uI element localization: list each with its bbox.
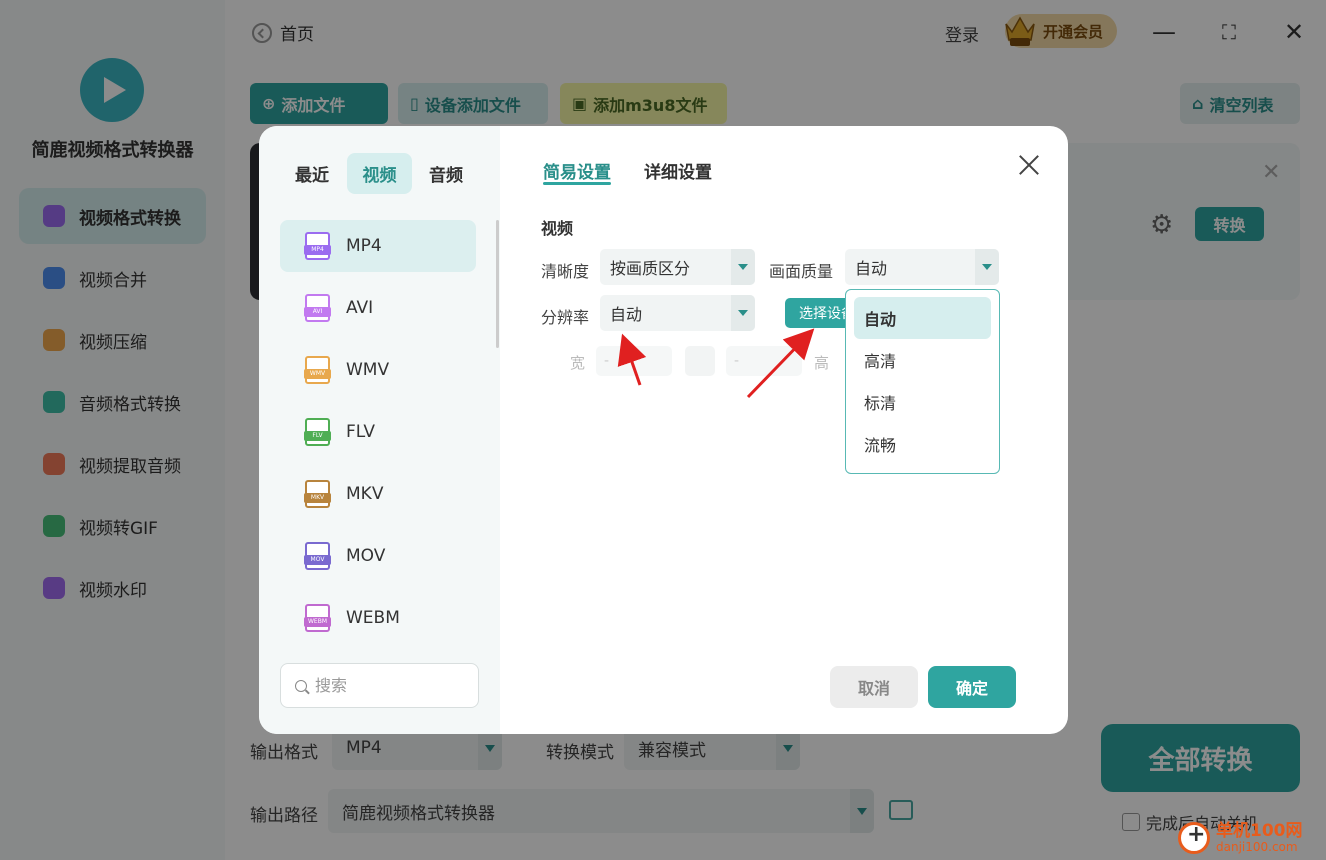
search-icon bbox=[295, 679, 307, 692]
cancel-button[interactable]: 取消 bbox=[830, 666, 918, 708]
resolution-select[interactable]: 自动 bbox=[600, 295, 755, 331]
format-label: MOV bbox=[346, 546, 386, 566]
avi-tag: AVI bbox=[304, 307, 331, 317]
chevron-down-icon bbox=[731, 295, 755, 331]
webm-tag: WEBM bbox=[304, 617, 331, 627]
avi-file-icon: AVI bbox=[304, 294, 331, 322]
tab-video[interactable]: 视频 bbox=[347, 153, 412, 194]
format-item-mkv[interactable]: MKV MKV bbox=[280, 468, 476, 520]
height-label: 高 bbox=[814, 353, 830, 372]
width-input[interactable]: - bbox=[596, 346, 672, 376]
clarity-value: 按画质区分 bbox=[610, 259, 691, 278]
site-watermark: 单机100网 danji100.com bbox=[1178, 816, 1326, 860]
resolution-value: 自动 bbox=[610, 305, 643, 324]
format-item-flv[interactable]: FLV FLV bbox=[280, 406, 476, 458]
flv-tag: FLV bbox=[304, 431, 331, 441]
webm-file-icon: WEBM bbox=[304, 604, 331, 632]
mp4-file-icon: MP4 bbox=[304, 232, 331, 260]
quality-value: 自动 bbox=[855, 259, 888, 278]
quality-dropdown: 自动 高清 标清 流畅 bbox=[845, 289, 1000, 474]
mkv-tag: MKV bbox=[304, 493, 331, 503]
quality-label: 画面质量 bbox=[769, 262, 834, 281]
format-item-mov[interactable]: MOV MOV bbox=[280, 530, 476, 582]
format-label: AVI bbox=[346, 298, 374, 318]
tab-detailed-settings[interactable]: 详细设置 bbox=[644, 158, 712, 183]
format-item-avi[interactable]: AVI AVI bbox=[280, 282, 476, 334]
format-label: MKV bbox=[346, 484, 384, 504]
chevron-down-icon bbox=[975, 249, 999, 285]
format-label: WEBM bbox=[346, 608, 400, 628]
format-item-wmv[interactable]: WMV WMV bbox=[280, 344, 476, 396]
close-icon[interactable] bbox=[1016, 152, 1042, 178]
watermark-line1: 单机100网 bbox=[1216, 821, 1303, 842]
quality-option-smooth[interactable]: 流畅 bbox=[854, 423, 991, 465]
format-settings-dialog: 最近 视频 音频 MP4 MP4 AVI AVI WMV WMV FLV FLV… bbox=[259, 126, 1068, 734]
section-title-video: 视频 bbox=[541, 219, 574, 238]
link-ratio-icon[interactable] bbox=[685, 346, 715, 376]
format-label: MP4 bbox=[346, 236, 382, 256]
format-item-webm[interactable]: WEBM WEBM bbox=[280, 592, 476, 644]
mov-file-icon: MOV bbox=[304, 542, 331, 570]
mkv-file-icon: MKV bbox=[304, 480, 331, 508]
width-label: 宽 bbox=[570, 353, 586, 372]
resolution-label: 分辨率 bbox=[541, 308, 590, 327]
quality-option-auto[interactable]: 自动 bbox=[854, 297, 991, 339]
mov-tag: MOV bbox=[304, 555, 331, 565]
search-input[interactable] bbox=[315, 676, 465, 695]
wmv-file-icon: WMV bbox=[304, 356, 331, 384]
wmv-tag: WMV bbox=[304, 369, 331, 379]
chevron-down-icon bbox=[731, 249, 755, 285]
mp4-tag: MP4 bbox=[304, 245, 331, 255]
watermark-line2: danji100.com bbox=[1216, 839, 1298, 854]
quality-option-sd[interactable]: 标清 bbox=[854, 381, 991, 423]
format-label: FLV bbox=[346, 422, 376, 442]
clarity-label: 清晰度 bbox=[541, 262, 590, 281]
height-input[interactable]: - bbox=[726, 346, 802, 376]
flv-file-icon: FLV bbox=[304, 418, 331, 446]
format-label: WMV bbox=[346, 360, 390, 380]
tab-audio[interactable]: 音频 bbox=[419, 153, 473, 194]
quality-select[interactable]: 自动 bbox=[845, 249, 999, 285]
tab-recent[interactable]: 最近 bbox=[285, 153, 339, 194]
confirm-button[interactable]: 确定 bbox=[928, 666, 1016, 708]
format-search[interactable] bbox=[280, 663, 479, 708]
format-list-scrollbar[interactable] bbox=[496, 220, 499, 348]
clarity-select[interactable]: 按画质区分 bbox=[600, 249, 755, 285]
tab-simple-settings[interactable]: 简易设置 bbox=[543, 158, 611, 185]
format-list-panel: 最近 视频 音频 MP4 MP4 AVI AVI WMV WMV FLV FLV… bbox=[259, 126, 500, 734]
watermark-logo-icon bbox=[1178, 822, 1210, 854]
format-item-mp4[interactable]: MP4 MP4 bbox=[280, 220, 476, 272]
quality-option-hd[interactable]: 高清 bbox=[854, 339, 991, 381]
